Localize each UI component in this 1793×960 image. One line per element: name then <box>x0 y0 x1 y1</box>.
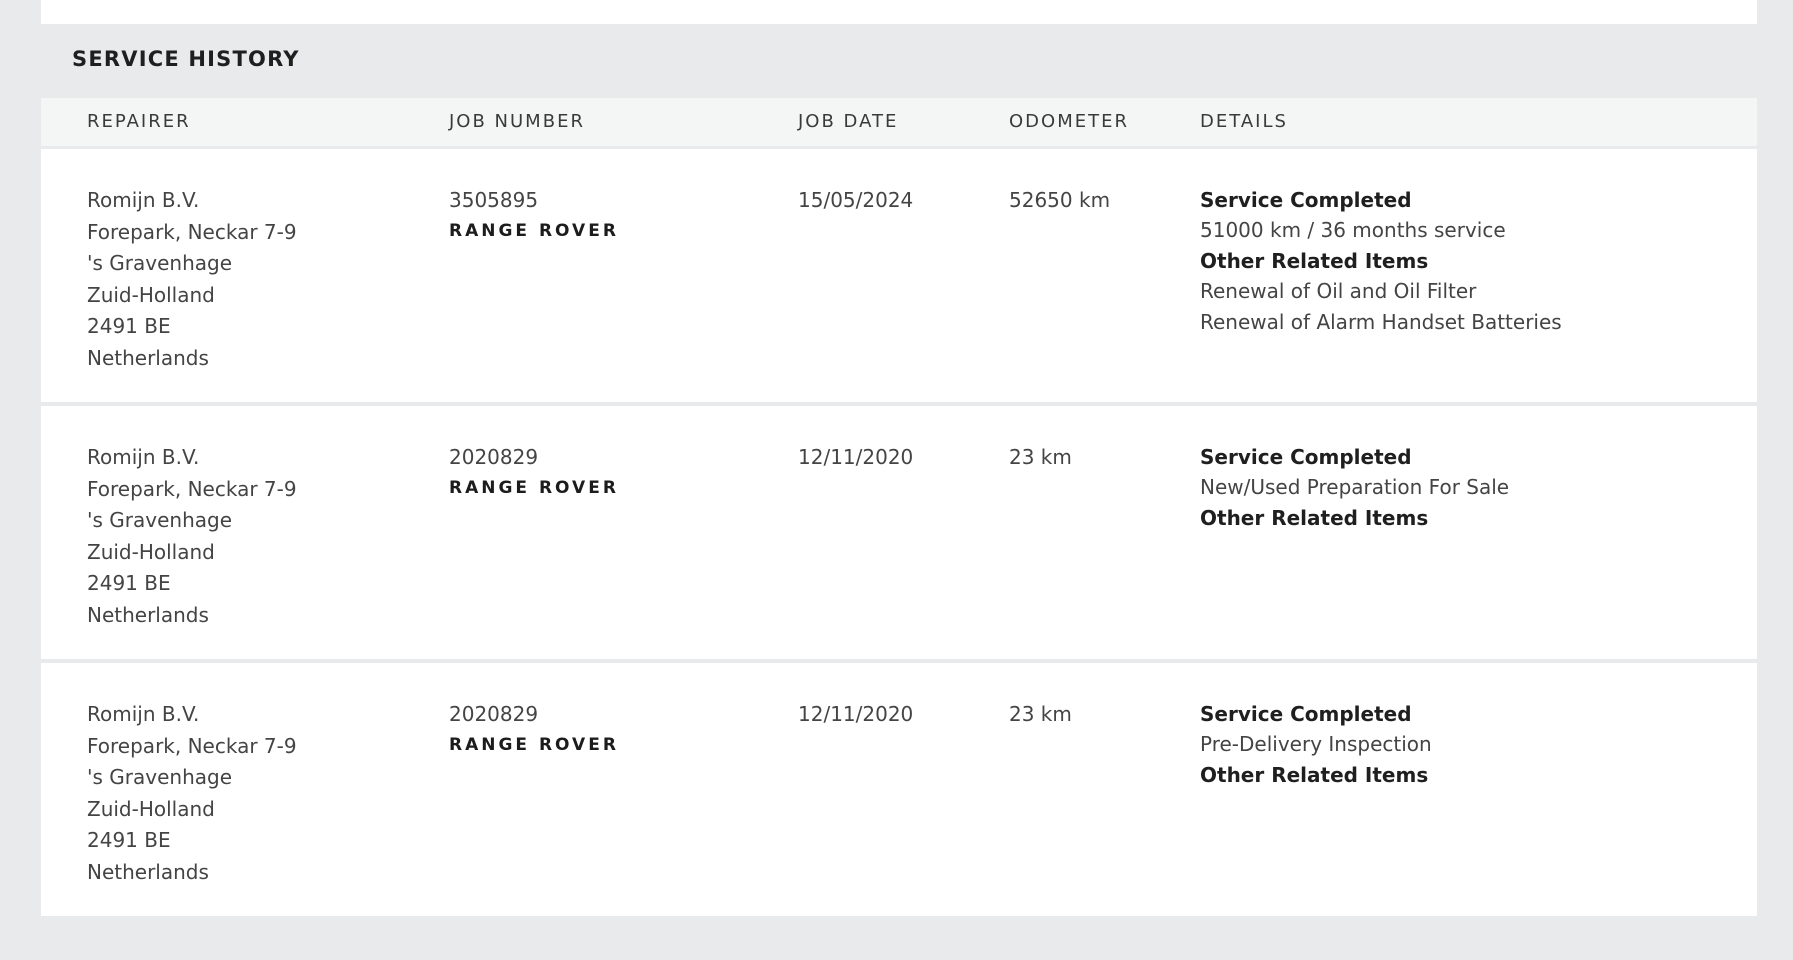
details-heading-service: Service Completed <box>1200 702 1412 726</box>
job-number-cell: 2020829 RANGE ROVER <box>449 699 619 755</box>
details-heading-related: Other Related Items <box>1200 249 1429 273</box>
repairer-country: Netherlands <box>87 859 209 884</box>
related-item: Renewal of Alarm Handset Batteries <box>1200 310 1562 334</box>
repairer-name: Romijn B.V. <box>87 445 200 469</box>
repairer-address: Romijn B.V. Forepark, Neckar 7-9 's Grav… <box>87 185 297 374</box>
odometer: 52650 km <box>1009 188 1111 212</box>
repairer-name: Romijn B.V. <box>87 188 200 212</box>
repairer-postcode: 2491 BE <box>87 828 171 852</box>
job-number: 2020829 <box>449 445 539 469</box>
details-heading-related: Other Related Items <box>1200 763 1429 787</box>
job-date: 12/11/2020 <box>798 702 914 726</box>
repairer-country: Netherlands <box>87 602 209 627</box>
repairer-country: Netherlands <box>87 345 209 370</box>
table-header: REPAIRER JOB NUMBER JOB DATE ODOMETER DE… <box>41 98 1757 149</box>
repairer-province: Zuid-Holland <box>87 539 215 564</box>
previous-section-card <box>41 0 1757 24</box>
job-date: 12/11/2020 <box>798 445 914 469</box>
repairer-street: Forepark, Neckar 7-9 <box>87 476 297 501</box>
job-number-cell: 2020829 RANGE ROVER <box>449 442 619 498</box>
repairer-street: Forepark, Neckar 7-9 <box>87 733 297 758</box>
column-header-repairer: REPAIRER <box>87 111 191 132</box>
repairer-postcode: 2491 BE <box>87 571 171 595</box>
details-cell: Service Completed Pre-Delivery Inspectio… <box>1200 699 1432 790</box>
service-description: New/Used Preparation For Sale <box>1200 475 1510 499</box>
service-description: 51000 km / 36 months service <box>1200 218 1506 242</box>
table-row: Romijn B.V. Forepark, Neckar 7-9 's Grav… <box>41 149 1757 406</box>
service-description: Pre-Delivery Inspection <box>1200 732 1432 756</box>
repairer-city: 's Gravenhage <box>87 765 232 789</box>
column-header-details: DETAILS <box>1200 111 1288 132</box>
repairer-street: Forepark, Neckar 7-9 <box>87 219 297 244</box>
repairer-city: 's Gravenhage <box>87 251 232 275</box>
repairer-province: Zuid-Holland <box>87 796 215 821</box>
brand-logo: RANGE ROVER <box>449 478 619 498</box>
job-number: 3505895 <box>449 188 539 212</box>
odometer: 23 km <box>1009 445 1072 469</box>
table-row: Romijn B.V. Forepark, Neckar 7-9 's Grav… <box>41 406 1757 663</box>
job-number: 2020829 <box>449 702 539 726</box>
table-row: Romijn B.V. Forepark, Neckar 7-9 's Grav… <box>41 663 1757 916</box>
service-history-table: REPAIRER JOB NUMBER JOB DATE ODOMETER DE… <box>41 98 1757 916</box>
column-header-job-number: JOB NUMBER <box>449 111 585 132</box>
details-cell: Service Completed New/Used Preparation F… <box>1200 442 1509 533</box>
related-item: Renewal of Oil and Oil Filter <box>1200 279 1477 303</box>
details-heading-service: Service Completed <box>1200 188 1412 212</box>
odometer: 23 km <box>1009 702 1072 726</box>
job-number-cell: 3505895 RANGE ROVER <box>449 185 619 241</box>
section-title: SERVICE HISTORY <box>72 47 300 71</box>
repairer-province: Zuid-Holland <box>87 282 215 307</box>
brand-logo: RANGE ROVER <box>449 735 619 755</box>
details-cell: Service Completed 51000 km / 36 months s… <box>1200 185 1562 338</box>
repairer-address: Romijn B.V. Forepark, Neckar 7-9 's Grav… <box>87 442 297 631</box>
repairer-postcode: 2491 BE <box>87 314 171 338</box>
repairer-address: Romijn B.V. Forepark, Neckar 7-9 's Grav… <box>87 699 297 888</box>
brand-logo: RANGE ROVER <box>449 221 619 241</box>
column-header-job-date: JOB DATE <box>798 111 899 132</box>
repairer-name: Romijn B.V. <box>87 702 200 726</box>
details-heading-related: Other Related Items <box>1200 506 1429 530</box>
repairer-city: 's Gravenhage <box>87 508 232 532</box>
job-date: 15/05/2024 <box>798 188 914 212</box>
column-header-odometer: ODOMETER <box>1009 111 1129 132</box>
details-heading-service: Service Completed <box>1200 445 1412 469</box>
